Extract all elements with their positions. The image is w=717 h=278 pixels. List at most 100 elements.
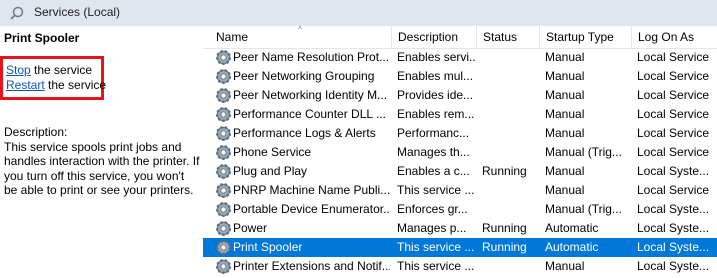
column-header-name-label: Name — [216, 30, 249, 44]
column-header-status-label: Status — [483, 30, 518, 44]
service-gear-icon — [215, 182, 232, 199]
column-header-row: Name Description Status Startup Type Log… — [203, 26, 717, 49]
service-description-cell: Manages th... — [397, 145, 470, 159]
service-startup-type: Manual — [545, 50, 585, 64]
service-log-on-as: Local Syste... — [637, 221, 710, 235]
service-startup-type: Manual — [545, 183, 585, 197]
services-list: Name Description Status Startup Type Log… — [203, 26, 717, 278]
service-status: Running — [482, 240, 527, 254]
service-name: PNRP Machine Name Publi... — [233, 183, 390, 197]
service-name: Print Spooler — [233, 240, 303, 254]
service-gear-icon — [215, 144, 232, 161]
service-status — [482, 86, 540, 105]
service-status — [482, 124, 540, 143]
service-row[interactable]: Performance Logs & Alerts Performanc... Ma… — [203, 124, 717, 143]
service-row[interactable]: Peer Name Resolution Prot... Enables serv… — [203, 48, 717, 67]
service-name: Peer Name Resolution Prot... — [233, 50, 390, 64]
service-log-on-as: Local Service — [637, 107, 710, 121]
selected-service-title: Print Spooler — [4, 31, 80, 45]
service-name: Performance Logs & Alerts — [233, 126, 376, 140]
service-actions-highlight: Stop the service Restart the service — [0, 56, 106, 100]
restart-action: Restart the service — [6, 78, 106, 92]
service-status — [482, 257, 540, 276]
service-name: Performance Counter DLL ... — [233, 107, 386, 121]
service-startup-type: Manual — [545, 107, 585, 121]
service-startup-type: Manual — [545, 88, 585, 102]
service-startup-type: Manual — [545, 69, 585, 83]
service-status: Running — [482, 221, 527, 235]
service-log-on-as: Local Syste... — [637, 202, 710, 216]
service-description-cell: This service ... — [397, 240, 475, 254]
service-startup-type: Automatic — [545, 240, 599, 254]
window-title: Services (Local) — [34, 5, 121, 19]
column-header-log-on-as[interactable]: Log On As — [631, 26, 717, 48]
service-log-on-as: Local Service — [637, 69, 710, 83]
column-header-name[interactable]: Name — [203, 26, 391, 48]
service-gear-icon — [215, 239, 232, 256]
stop-action-text: the service — [30, 63, 93, 77]
service-row[interactable]: Peer Networking Identity M... Provides id… — [203, 86, 717, 105]
service-description-cell: Performanc... — [397, 126, 470, 140]
service-name: Phone Service — [233, 145, 312, 159]
service-description-cell: Enables a c... — [397, 164, 470, 178]
search-icon — [10, 6, 24, 20]
service-description-cell: Manages p... — [397, 221, 467, 235]
service-gear-icon — [215, 49, 232, 66]
service-startup-type: Automatic — [545, 221, 599, 235]
service-startup-type: Manual (Trig... — [545, 145, 622, 159]
service-gear-icon — [215, 106, 232, 123]
service-description-cell: Provides ide... — [397, 88, 474, 102]
service-status: Running — [482, 164, 527, 178]
service-gear-icon — [215, 258, 232, 275]
service-name: Plug and Play — [233, 164, 308, 178]
service-name: Printer Extensions and Notif... — [233, 259, 390, 273]
service-description-cell: Enables servi... — [397, 50, 475, 64]
service-status — [482, 200, 540, 219]
service-description-cell: Enables mul... — [397, 69, 474, 83]
service-log-on-as: Local Syste... — [637, 259, 710, 273]
service-startup-type: Manual — [545, 259, 585, 273]
service-status — [482, 67, 540, 86]
service-name: Power — [233, 221, 268, 235]
sort-ascending-icon: ^ — [298, 26, 302, 34]
service-description-cell: Enforces gr... — [397, 202, 468, 216]
service-name: Portable Device Enumerator... — [233, 202, 390, 216]
service-log-on-as: Local Syste... — [637, 164, 710, 178]
stop-action: Stop the service — [6, 63, 92, 77]
service-description-cell: This service ... — [397, 259, 475, 273]
service-row[interactable]: Phone Service Manages th... Manual (Trig..… — [203, 143, 717, 162]
service-startup-type: Manual — [545, 126, 585, 140]
service-gear-icon — [215, 220, 232, 237]
service-description-cell: This service ... — [397, 183, 475, 197]
service-row[interactable]: Performance Counter DLL ... Enables rem..… — [203, 105, 717, 124]
column-header-startup-type[interactable]: Startup Type — [539, 26, 631, 48]
service-status — [482, 181, 540, 200]
restart-service-link[interactable]: Restart — [6, 78, 45, 92]
service-gear-icon — [215, 163, 232, 180]
service-gear-icon — [215, 68, 232, 85]
restart-action-text: the service — [44, 78, 107, 92]
service-log-on-as: Local Service — [637, 126, 710, 140]
service-status — [482, 48, 540, 67]
service-log-on-as: Local Service — [637, 50, 710, 64]
column-header-description[interactable]: Description — [391, 26, 476, 48]
column-header-status[interactable]: Status — [476, 26, 539, 48]
service-row[interactable]: PNRP Machine Name Publi... This service .… — [203, 181, 717, 200]
column-header-description-label: Description — [398, 30, 459, 44]
service-row[interactable]: Power Manages p... Running Automatic Local S… — [203, 219, 717, 238]
service-row[interactable]: Peer Networking Grouping Enables mul... Ma… — [203, 67, 717, 86]
service-name: Peer Networking Grouping — [233, 69, 375, 83]
column-header-startup-type-label: Startup Type — [546, 30, 614, 44]
extended-details-pane: Print Spooler Stop the service Restart t… — [0, 26, 203, 278]
service-row[interactable]: Print Spooler This service ... Running Auto… — [203, 238, 717, 257]
service-log-on-as: Local Syste... — [637, 240, 710, 254]
service-row[interactable]: Plug and Play Enables a c... Running Manual… — [203, 162, 717, 181]
service-log-on-as: Local Service — [637, 183, 710, 197]
service-row[interactable]: Portable Device Enumerator... Enforces gr… — [203, 200, 717, 219]
service-row[interactable]: Printer Extensions and Notif... This serv… — [203, 257, 717, 276]
service-startup-type: Manual (Trig... — [545, 202, 622, 216]
description-text: This service spools print jobs and handl… — [4, 139, 200, 198]
stop-service-link[interactable]: Stop — [6, 63, 31, 77]
service-gear-icon — [215, 125, 232, 142]
service-description-cell: Enables rem... — [397, 107, 475, 121]
